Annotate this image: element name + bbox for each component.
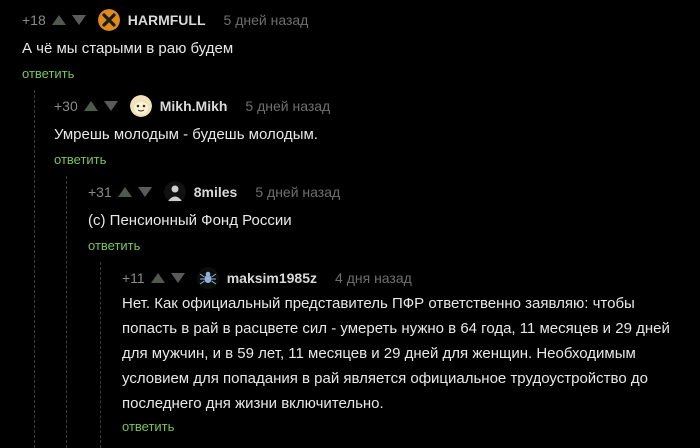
spider-avatar-icon: [196, 267, 219, 289]
reply-link[interactable]: ответить: [88, 238, 140, 253]
comment-time: 5 дней назад: [223, 12, 309, 28]
comment-time: 5 дней назад: [245, 98, 331, 114]
comment-text: Умрешь молодым - будешь молодым.: [54, 126, 318, 143]
comment-thread: +18 HARMFULL 5 дней назад А чё мы старым…: [0, 0, 700, 448]
comment-header: +11 maksim1985z 4 дня назад: [122, 267, 412, 289]
comment-header: +30 Mikh.Mikh 5 дней назад: [54, 95, 330, 117]
reply-link[interactable]: ответить: [54, 152, 106, 167]
upvote-icon[interactable]: [150, 273, 165, 283]
thread-line[interactable]: [66, 176, 67, 448]
x-circle-avatar-icon: [97, 9, 120, 31]
cartoon-face-avatar-icon: [129, 95, 152, 117]
thread-line[interactable]: [100, 262, 101, 448]
upvote-icon[interactable]: [117, 187, 132, 197]
reply-link[interactable]: ответить: [22, 66, 74, 81]
username[interactable]: HARMFULL: [128, 12, 206, 28]
downvote-icon[interactable]: [170, 273, 185, 283]
comment-time: 4 дня назад: [335, 270, 412, 286]
username[interactable]: 8miles: [194, 184, 238, 200]
dark-figure-avatar-icon: [163, 181, 186, 203]
avatar[interactable]: [163, 181, 186, 203]
comment-text-line: для мужчин, и в 59 лет, 11 месяцев и 29 …: [122, 345, 636, 362]
comment-text: А чё мы старыми в раю будем: [22, 40, 234, 57]
comment-text-line: попасть в рай в расцвете сил - умереть н…: [122, 320, 670, 337]
comment-score: +11: [122, 270, 145, 286]
comment-text-line: последнего дня жизни включительно.: [122, 395, 384, 412]
comment-score: +30: [54, 98, 78, 114]
downvote-icon[interactable]: [137, 187, 152, 197]
comment-header: +18 HARMFULL 5 дней назад: [22, 9, 308, 31]
comment-text-line: условием для попадания в рай является оф…: [122, 370, 648, 387]
upvote-icon[interactable]: [51, 15, 66, 25]
comment-score: +31: [88, 184, 112, 200]
comment-time: 5 дней назад: [255, 184, 341, 200]
avatar[interactable]: [97, 9, 120, 31]
comment-score: +18: [22, 12, 46, 28]
avatar[interactable]: [129, 95, 152, 117]
avatar[interactable]: [196, 267, 219, 289]
username[interactable]: maksim1985z: [227, 270, 317, 286]
comment-text-line: Нет. Как официальный представитель ПФР о…: [122, 295, 635, 312]
thread-line[interactable]: [34, 90, 35, 448]
comment-header: +31 8miles 5 дней назад: [88, 181, 340, 203]
upvote-icon[interactable]: [83, 101, 98, 111]
username[interactable]: Mikh.Mikh: [160, 98, 228, 114]
reply-link[interactable]: ответить: [122, 419, 174, 434]
comment-text: Нет. Как официальный представитель ПФР о…: [122, 291, 692, 416]
comment-text: (c) Пенсионный Фонд России: [88, 212, 292, 229]
downvote-icon[interactable]: [71, 15, 86, 25]
downvote-icon[interactable]: [103, 101, 118, 111]
